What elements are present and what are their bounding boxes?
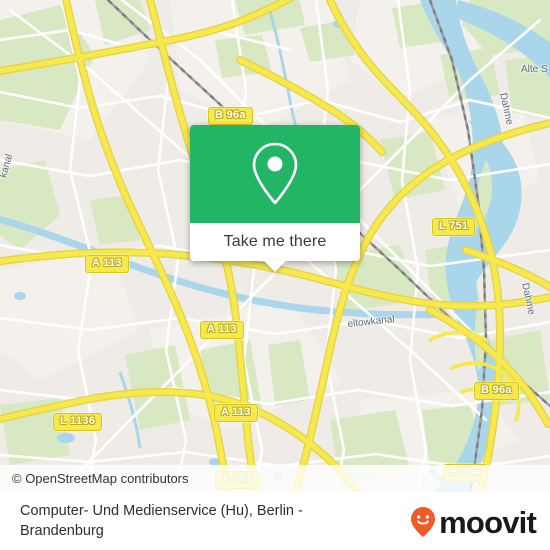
moovit-logo[interactable]: moovit	[409, 504, 537, 540]
road-shield-a113-center[interactable]: A 113	[200, 321, 244, 339]
road-shield-a113-south[interactable]: A 113	[214, 404, 258, 422]
map-canvas[interactable]: kanal Dahme Alte S Dahme eltowkanal B 96…	[0, 0, 550, 492]
popup-header	[190, 125, 360, 223]
map-screenshot: kanal Dahme Alte S Dahme eltowkanal B 96…	[0, 0, 550, 550]
popup-tail-arrow	[263, 260, 287, 272]
moovit-wordmark: moovit	[439, 504, 537, 540]
road-shield-b96a-north[interactable]: B 96a	[208, 107, 253, 125]
moovit-pin-smiley-icon	[411, 507, 436, 537]
popup-footer[interactable]: Take me there	[190, 223, 360, 272]
road-shield-a113-west[interactable]: A 113	[85, 255, 129, 273]
road-shield-l1136[interactable]: L 1136	[53, 413, 103, 431]
take-me-there-label: Take me there	[223, 233, 327, 250]
road-shield-l751[interactable]: L 751	[432, 218, 476, 236]
map-pin-icon	[252, 142, 298, 205]
footer-bar: Computer- Und Medienservice (Hu), Berlin…	[0, 492, 550, 550]
osm-attribution[interactable]: © OpenStreetMap contributors	[0, 465, 550, 492]
take-me-there-popup[interactable]: Take me there	[190, 125, 360, 272]
road-shield-b96a-east[interactable]: B 96a	[474, 382, 519, 400]
place-title: Computer- Und Medienservice (Hu), Berlin…	[20, 503, 303, 539]
